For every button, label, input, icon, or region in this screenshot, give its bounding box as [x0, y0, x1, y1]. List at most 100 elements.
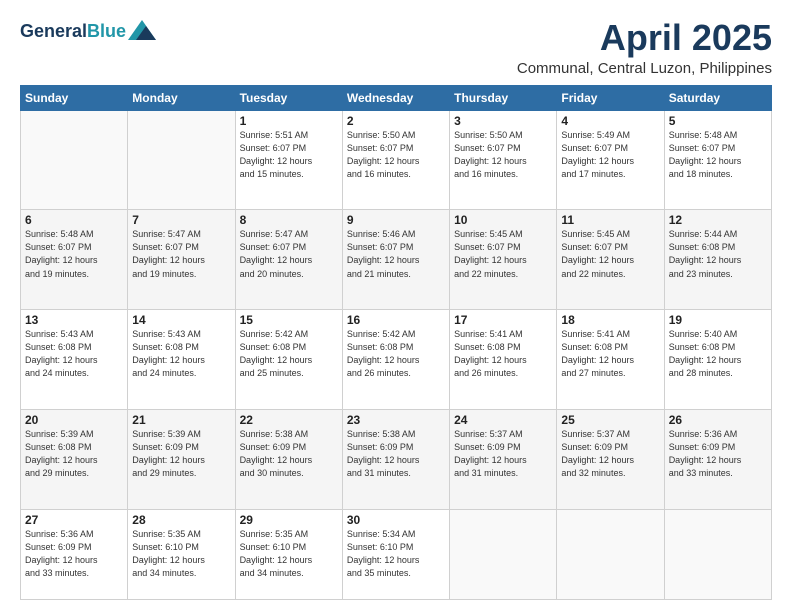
day-info: Sunrise: 5:34 AM Sunset: 6:10 PM Dayligh…: [347, 528, 445, 580]
day-number: 17: [454, 313, 552, 327]
day-number: 1: [240, 114, 338, 128]
day-number: 3: [454, 114, 552, 128]
calendar-cell: 18Sunrise: 5:41 AM Sunset: 6:08 PM Dayli…: [557, 310, 664, 410]
calendar-cell: 4Sunrise: 5:49 AM Sunset: 6:07 PM Daylig…: [557, 110, 664, 210]
day-number: 16: [347, 313, 445, 327]
calendar-cell: 2Sunrise: 5:50 AM Sunset: 6:07 PM Daylig…: [342, 110, 449, 210]
day-number: 12: [669, 213, 767, 227]
calendar-cell: 28Sunrise: 5:35 AM Sunset: 6:10 PM Dayli…: [128, 509, 235, 599]
day-number: 15: [240, 313, 338, 327]
day-info: Sunrise: 5:49 AM Sunset: 6:07 PM Dayligh…: [561, 129, 659, 181]
calendar-cell: 3Sunrise: 5:50 AM Sunset: 6:07 PM Daylig…: [450, 110, 557, 210]
calendar-cell: 25Sunrise: 5:37 AM Sunset: 6:09 PM Dayli…: [557, 409, 664, 509]
day-info: Sunrise: 5:46 AM Sunset: 6:07 PM Dayligh…: [347, 228, 445, 280]
calendar-cell: 1Sunrise: 5:51 AM Sunset: 6:07 PM Daylig…: [235, 110, 342, 210]
calendar-cell: 22Sunrise: 5:38 AM Sunset: 6:09 PM Dayli…: [235, 409, 342, 509]
logo-text: GeneralBlue: [20, 22, 126, 42]
day-number: 24: [454, 413, 552, 427]
calendar-cell: 14Sunrise: 5:43 AM Sunset: 6:08 PM Dayli…: [128, 310, 235, 410]
day-info: Sunrise: 5:45 AM Sunset: 6:07 PM Dayligh…: [561, 228, 659, 280]
day-number: 6: [25, 213, 123, 227]
day-number: 26: [669, 413, 767, 427]
day-of-week-header: Monday: [128, 85, 235, 110]
day-info: Sunrise: 5:45 AM Sunset: 6:07 PM Dayligh…: [454, 228, 552, 280]
calendar-cell: [664, 509, 771, 599]
title-block: April 2025 Communal, Central Luzon, Phil…: [517, 18, 772, 77]
day-number: 5: [669, 114, 767, 128]
calendar-week-row: 13 Sunrise: 5:43 AM Sunset: 6:08 PM Dayli…: [21, 310, 772, 410]
day-number: 18: [561, 313, 659, 327]
day-number: 8: [240, 213, 338, 227]
calendar-cell: 16Sunrise: 5:42 AM Sunset: 6:08 PM Dayli…: [342, 310, 449, 410]
day-number: 14: [132, 313, 230, 327]
calendar-cell: 13Sunrise: 5:43 AM Sunset: 6:08 PM Dayli…: [21, 310, 128, 410]
day-info: Sunrise: 5:42 AM Sunset: 6:08 PM Dayligh…: [347, 328, 445, 380]
day-number: 10: [454, 213, 552, 227]
day-info: Sunrise: 5:50 AM Sunset: 6:07 PM Dayligh…: [347, 129, 445, 181]
day-number: 2: [347, 114, 445, 128]
month-title: April 2025: [517, 18, 772, 58]
day-number: 13: [25, 313, 123, 327]
calendar-week-row: 20Sunrise: 5:39 AM Sunset: 6:08 PM Dayli…: [21, 409, 772, 509]
calendar-cell: 17Sunrise: 5:41 AM Sunset: 6:08 PM Dayli…: [450, 310, 557, 410]
calendar-cell: 12Sunrise: 5:44 AM Sunset: 6:08 PM Dayli…: [664, 210, 771, 310]
day-info: Sunrise: 5:36 AM Sunset: 6:09 PM Dayligh…: [25, 528, 123, 580]
day-of-week-header: Saturday: [664, 85, 771, 110]
day-number: 20: [25, 413, 123, 427]
calendar-cell: 20Sunrise: 5:39 AM Sunset: 6:08 PM Dayli…: [21, 409, 128, 509]
day-of-week-header: Wednesday: [342, 85, 449, 110]
page: GeneralBlue April 2025 Communal, Central…: [0, 0, 792, 612]
day-info: Sunrise: 5:37 AM Sunset: 6:09 PM Dayligh…: [454, 428, 552, 480]
day-number: 25: [561, 413, 659, 427]
calendar-cell: 21Sunrise: 5:39 AM Sunset: 6:09 PM Dayli…: [128, 409, 235, 509]
logo-icon: [128, 20, 156, 40]
day-info: Sunrise: 5:48 AM Sunset: 6:07 PM Dayligh…: [25, 228, 123, 280]
day-number: 22: [240, 413, 338, 427]
day-number: 27: [25, 513, 123, 527]
calendar-week-row: 6Sunrise: 5:48 AM Sunset: 6:07 PM Daylig…: [21, 210, 772, 310]
day-of-week-header: Friday: [557, 85, 664, 110]
day-info: Sunrise: 5:35 AM Sunset: 6:10 PM Dayligh…: [132, 528, 230, 580]
calendar-cell: 7Sunrise: 5:47 AM Sunset: 6:07 PM Daylig…: [128, 210, 235, 310]
logo: GeneralBlue: [20, 22, 156, 42]
day-info: Sunrise: 5:39 AM Sunset: 6:08 PM Dayligh…: [25, 428, 123, 480]
day-number: 11: [561, 213, 659, 227]
day-number: 30: [347, 513, 445, 527]
day-info: Sunrise: 5:35 AM Sunset: 6:10 PM Dayligh…: [240, 528, 338, 580]
day-info: Sunrise: 5:51 AM Sunset: 6:07 PM Dayligh…: [240, 129, 338, 181]
day-info: Sunrise: 5:40 AM Sunset: 6:08 PM Dayligh…: [669, 328, 767, 380]
day-number: 28: [132, 513, 230, 527]
calendar-cell: 15Sunrise: 5:42 AM Sunset: 6:08 PM Dayli…: [235, 310, 342, 410]
calendar-cell: [450, 509, 557, 599]
calendar-cell: [128, 110, 235, 210]
calendar-week-row: 27Sunrise: 5:36 AM Sunset: 6:09 PM Dayli…: [21, 509, 772, 599]
day-number: 9: [347, 213, 445, 227]
calendar-cell: 11Sunrise: 5:45 AM Sunset: 6:07 PM Dayli…: [557, 210, 664, 310]
day-of-week-header: Tuesday: [235, 85, 342, 110]
day-info: Sunrise: 5:39 AM Sunset: 6:09 PM Dayligh…: [132, 428, 230, 480]
calendar-cell: 26Sunrise: 5:36 AM Sunset: 6:09 PM Dayli…: [664, 409, 771, 509]
calendar-cell: [21, 110, 128, 210]
location-subtitle: Communal, Central Luzon, Philippines: [517, 60, 772, 77]
calendar-cell: 23Sunrise: 5:38 AM Sunset: 6:09 PM Dayli…: [342, 409, 449, 509]
day-number: 23: [347, 413, 445, 427]
day-info: Sunrise: 5:43 AM Sunset: 6:08 PM Dayligh…: [132, 328, 230, 380]
calendar-cell: 5Sunrise: 5:48 AM Sunset: 6:07 PM Daylig…: [664, 110, 771, 210]
calendar-cell: 8Sunrise: 5:47 AM Sunset: 6:07 PM Daylig…: [235, 210, 342, 310]
day-info: Sunrise: 5:38 AM Sunset: 6:09 PM Dayligh…: [347, 428, 445, 480]
calendar-cell: 10Sunrise: 5:45 AM Sunset: 6:07 PM Dayli…: [450, 210, 557, 310]
day-info: Sunrise: 5:38 AM Sunset: 6:09 PM Dayligh…: [240, 428, 338, 480]
day-info: Sunrise: 5:47 AM Sunset: 6:07 PM Dayligh…: [240, 228, 338, 280]
day-info: Sunrise: 5:41 AM Sunset: 6:08 PM Dayligh…: [561, 328, 659, 380]
day-of-week-header: Thursday: [450, 85, 557, 110]
calendar-table: SundayMondayTuesdayWednesdayThursdayFrid…: [20, 85, 772, 600]
header: GeneralBlue April 2025 Communal, Central…: [20, 18, 772, 77]
day-number: 4: [561, 114, 659, 128]
day-info: Sunrise: 5:47 AM Sunset: 6:07 PM Dayligh…: [132, 228, 230, 280]
day-number: 21: [132, 413, 230, 427]
calendar-cell: 30Sunrise: 5:34 AM Sunset: 6:10 PM Dayli…: [342, 509, 449, 599]
day-of-week-header: Sunday: [21, 85, 128, 110]
day-number: 19: [669, 313, 767, 327]
day-info: Sunrise: 5:48 AM Sunset: 6:07 PM Dayligh…: [669, 129, 767, 181]
day-info: Sunrise: 5:50 AM Sunset: 6:07 PM Dayligh…: [454, 129, 552, 181]
